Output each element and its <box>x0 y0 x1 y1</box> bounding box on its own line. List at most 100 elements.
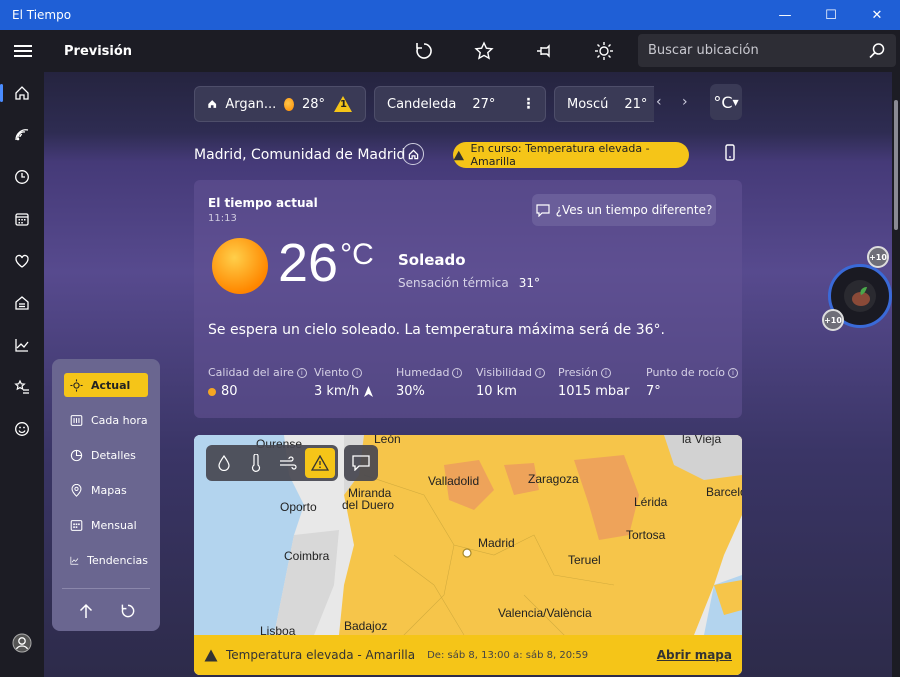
menu-item-actual[interactable]: Actual <box>64 373 148 397</box>
stat-label: Punto de rocío <box>646 366 726 379</box>
stat-air-quality[interactable]: Calidad del aire i 80 <box>208 366 307 399</box>
menu-item-details[interactable]: Detalles <box>64 443 148 467</box>
sun-icon <box>70 378 83 392</box>
refresh-icon <box>121 604 135 618</box>
home-icon <box>408 148 418 159</box>
hamburger-icon <box>14 45 32 57</box>
location-chip-2[interactable]: Candeleda 27° ⋮ <box>374 86 546 122</box>
pin-button[interactable] <box>524 30 564 72</box>
scrollbar-thumb[interactable] <box>894 100 898 230</box>
alert-pill-text: En curso: Temperatura elevada - Amarilla <box>470 142 650 168</box>
report-weather-button[interactable]: ¿Ves un tiempo diferente? <box>532 194 716 226</box>
set-home-button[interactable] <box>402 143 424 165</box>
nav-health[interactable] <box>0 240 44 282</box>
info-icon[interactable]: i <box>600 367 611 378</box>
menu-item-maps[interactable]: Mapas <box>64 478 148 502</box>
temperature-layer-button[interactable] <box>241 448 271 478</box>
menu-item-monthly[interactable]: Mensual <box>64 513 148 537</box>
temperature-value: 26 <box>278 233 339 293</box>
phone-icon <box>725 144 735 161</box>
weather-alert-pill[interactable]: En curso: Temperatura elevada - Amarilla <box>453 142 689 168</box>
close-button[interactable]: ✕ <box>854 0 900 30</box>
stat-value: 30% <box>396 384 425 399</box>
favorite-button[interactable] <box>464 30 504 72</box>
nav-trends[interactable] <box>0 324 44 366</box>
stat-humidity[interactable]: Humedad i 30% <box>396 366 463 399</box>
map-layer-group <box>206 445 338 481</box>
info-icon[interactable]: i <box>534 367 545 378</box>
star-list-icon <box>14 379 29 394</box>
side-navigation <box>0 72 44 677</box>
refresh-button[interactable] <box>404 30 444 72</box>
info-icon[interactable]: i <box>452 367 463 378</box>
maximize-button[interactable]: ☐ <box>808 0 854 30</box>
chat-icon <box>352 455 370 471</box>
nav-radar[interactable] <box>0 114 44 156</box>
menu-label: Cada hora <box>91 413 148 427</box>
more-options-icon[interactable]: ⋮ <box>521 96 535 112</box>
menu-label: Detalles <box>91 448 136 462</box>
nav-places[interactable] <box>0 282 44 324</box>
stat-visibility[interactable]: Visibilidad i 10 km <box>476 366 545 399</box>
precipitation-layer-button[interactable] <box>209 448 239 478</box>
city-label: Teruel <box>568 553 601 567</box>
open-map-link[interactable]: Abrir mapa <box>657 648 732 662</box>
menu-refresh-button[interactable] <box>116 599 140 623</box>
search-icon[interactable] <box>868 42 886 60</box>
unit-toggle-button[interactable]: °C ▼ <box>710 84 742 120</box>
city-label: Oporto <box>280 500 317 514</box>
info-icon[interactable]: i <box>728 367 739 378</box>
aqi-dot-icon <box>208 387 216 396</box>
warning-icon <box>311 455 329 471</box>
minimize-button[interactable]: — <box>762 0 808 30</box>
condition: Soleado <box>398 251 466 269</box>
alert-warning-icon: 1 <box>333 95 353 113</box>
nav-favorites[interactable] <box>0 366 44 408</box>
location-name: Moscú <box>567 96 609 112</box>
stat-label: Viento <box>314 366 350 379</box>
weather-alert-map[interactable]: Ourense León Valladolid Zaragoza Lérida … <box>194 435 742 675</box>
nav-account[interactable] <box>0 622 44 664</box>
building-icon <box>15 296 29 310</box>
brightness-icon <box>595 42 613 60</box>
chat-icon <box>536 203 550 217</box>
section-menu: Actual Cada hora Detalles Mapas Mensual … <box>52 359 160 631</box>
scroll-right-icon[interactable]: › <box>682 94 688 110</box>
stat-pressure[interactable]: Presión i 1015 mbar <box>558 366 629 399</box>
search-placeholder: Buscar ubicación <box>648 43 759 58</box>
alerts-layer-button[interactable] <box>305 448 335 478</box>
nav-monthly[interactable] <box>0 198 44 240</box>
send-to-phone-button[interactable] <box>724 144 736 166</box>
smiley-icon <box>15 422 29 436</box>
location-chip-3[interactable]: Moscú 21° <box>554 86 654 122</box>
stat-dew-point[interactable]: Punto de rocío i 7° <box>646 366 739 399</box>
wind-layer-button[interactable] <box>273 448 303 478</box>
calendar-icon <box>70 519 83 531</box>
location-name: Argan... <box>225 96 277 112</box>
theme-button[interactable] <box>584 30 624 72</box>
menu-item-trends[interactable]: Tendencias <box>64 548 148 572</box>
nav-hourly[interactable] <box>0 156 44 198</box>
menu-item-hourly[interactable]: Cada hora <box>64 408 148 432</box>
points-badge-bottom: +10 <box>822 309 844 331</box>
hamburger-menu-button[interactable] <box>0 30 46 72</box>
map-feedback-button[interactable] <box>344 445 378 481</box>
menu-label: Mensual <box>91 518 137 532</box>
info-icon[interactable]: i <box>352 367 363 378</box>
city-label: la Vieja <box>682 435 722 446</box>
scroll-left-icon[interactable]: ‹ <box>656 94 662 110</box>
nav-home[interactable] <box>0 72 44 114</box>
location-chip-1[interactable]: Argan... 28° 1 <box>194 86 366 122</box>
search-input[interactable]: Buscar ubicación <box>638 34 896 67</box>
window-titlebar: El Tiempo — ☐ ✕ <box>0 0 900 30</box>
scroll-to-top-button[interactable] <box>74 599 98 623</box>
wind-direction-icon <box>364 386 374 397</box>
info-icon[interactable]: i <box>296 367 307 378</box>
city-label: Lérida <box>634 495 668 509</box>
hourly-icon <box>70 414 83 426</box>
vertical-scrollbar[interactable] <box>892 72 900 677</box>
stat-wind[interactable]: Viento i 3 km/h <box>314 366 374 399</box>
home-icon <box>208 100 217 108</box>
warning-icon <box>204 649 218 661</box>
nav-lifestyle[interactable] <box>0 408 44 450</box>
